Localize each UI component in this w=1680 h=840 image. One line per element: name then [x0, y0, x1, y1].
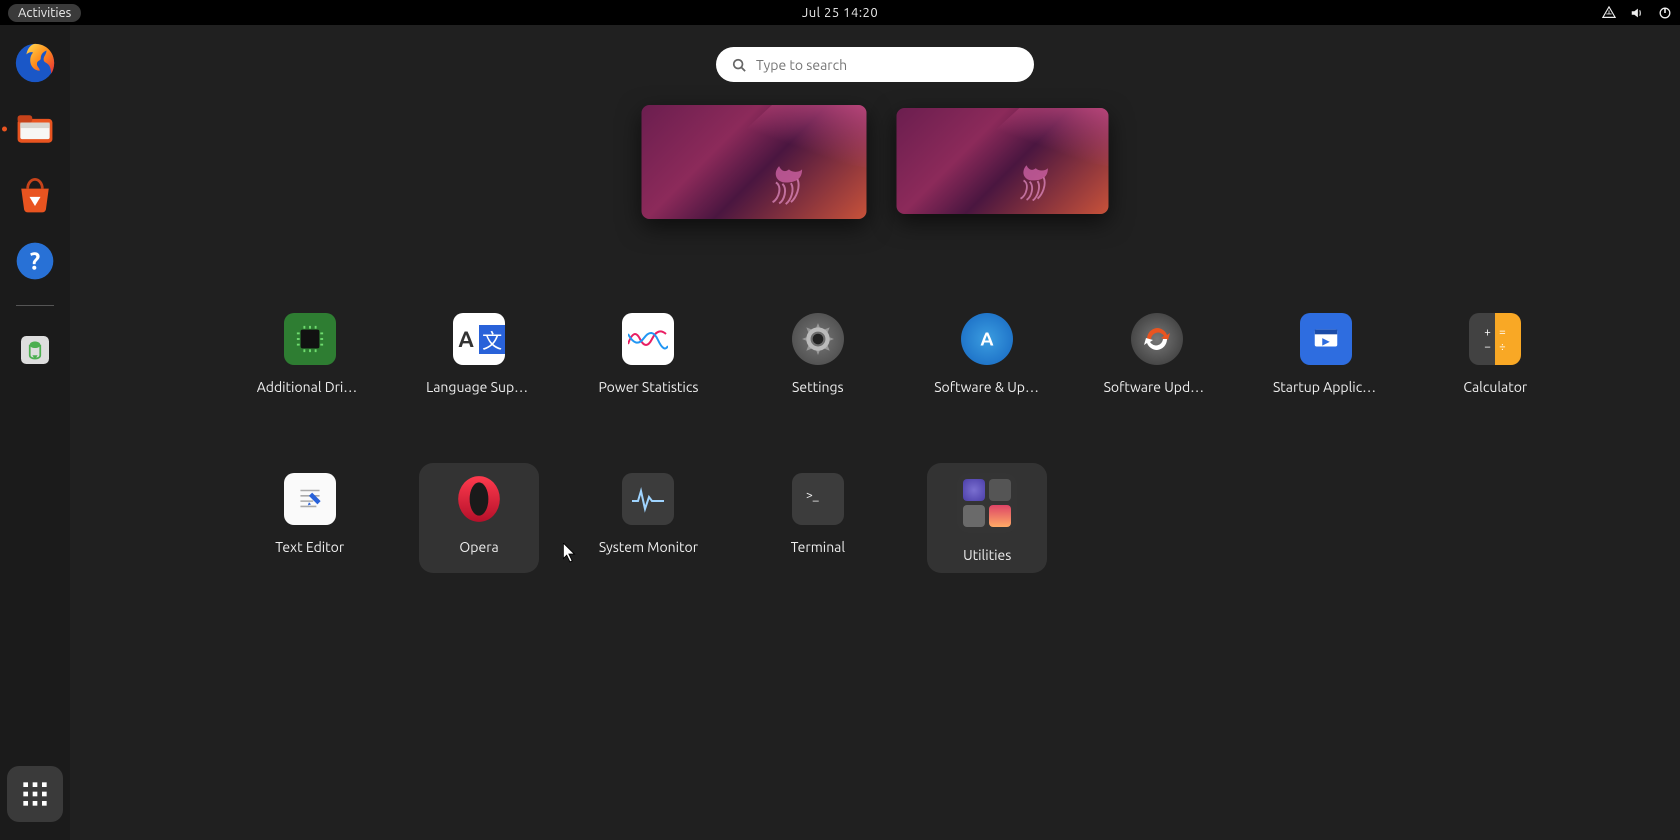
app-label: Settings [792, 379, 844, 395]
dock-files[interactable] [11, 105, 59, 153]
dock-software-store[interactable] [11, 171, 59, 219]
settings-icon [801, 322, 835, 356]
app-label: Opera [459, 539, 498, 555]
app-label: System Monitor [599, 539, 698, 555]
app-software-updater[interactable]: Software Updater [1097, 303, 1217, 405]
dock-separator [16, 305, 54, 306]
app-label: Software Updater [1104, 379, 1210, 395]
app-opera[interactable]: Opera [419, 463, 539, 573]
clock[interactable]: Jul 25 14:20 [802, 6, 878, 20]
network-icon [1602, 6, 1616, 20]
app-terminal[interactable]: >_ Terminal [758, 463, 878, 573]
app-grid: Additional Drivers A 文 Language Support … [225, 303, 1580, 573]
files-icon [13, 107, 57, 151]
trash-icon [14, 329, 56, 371]
power-statistics-icon [628, 324, 668, 354]
search-input[interactable] [756, 57, 1018, 73]
system-monitor-icon [630, 485, 666, 513]
dock-trash[interactable] [11, 326, 59, 374]
search-bar[interactable] [716, 47, 1034, 82]
app-utilities-folder[interactable]: Utilities [927, 463, 1047, 573]
software-store-icon [13, 173, 57, 217]
app-label: Utilities [963, 547, 1011, 563]
svg-text:−: − [1485, 341, 1492, 354]
cjk-glyph-icon: 文 [479, 325, 505, 354]
app-power-statistics[interactable]: Power Statistics [588, 303, 708, 405]
system-status-area[interactable] [1602, 6, 1672, 20]
power-icon [1658, 6, 1672, 20]
svg-text:=: = [1499, 326, 1506, 339]
app-startup-applications[interactable]: Startup Applications [1266, 303, 1386, 405]
app-label: Language Support [426, 379, 532, 395]
app-label: Calculator [1463, 379, 1527, 395]
app-label: Terminal [791, 539, 846, 555]
app-additional-drivers[interactable]: Additional Drivers [250, 303, 370, 405]
workspace-1[interactable] [642, 105, 867, 219]
app-language-support[interactable]: A 文 Language Support [419, 303, 539, 405]
software-updates-icon: A [972, 324, 1002, 354]
app-calculator[interactable]: + −= ÷ Calculator [1435, 303, 1555, 405]
wallpaper-jellyfish-icon [750, 153, 836, 205]
workspace-2[interactable] [897, 108, 1109, 214]
help-icon: ? [13, 239, 57, 283]
dock: ? [0, 25, 70, 840]
text-editor-icon [293, 482, 327, 516]
app-settings[interactable]: Settings [758, 303, 878, 405]
additional-drivers-icon [295, 324, 325, 354]
app-label: Software & Updates [934, 379, 1040, 395]
svg-text:÷: ÷ [1499, 341, 1506, 354]
utilities-folder-icon [957, 473, 1017, 533]
svg-text:>_: >_ [806, 489, 819, 502]
app-label: Power Statistics [598, 379, 698, 395]
activities-button[interactable]: Activities [8, 4, 81, 22]
activities-overview: Additional Drivers A 文 Language Support … [70, 25, 1680, 840]
terminal-icon: >_ [800, 485, 836, 513]
app-system-monitor[interactable]: System Monitor [588, 463, 708, 573]
opera-icon [454, 474, 504, 524]
wallpaper-jellyfish-icon [998, 153, 1079, 202]
app-label: Additional Drivers [257, 379, 363, 395]
svg-text:A: A [981, 329, 994, 350]
workspace-switcher [642, 105, 1109, 219]
software-updater-icon [1141, 323, 1173, 355]
firefox-icon [12, 40, 58, 86]
dock-show-apps[interactable] [7, 766, 63, 822]
latin-a-icon: A [453, 327, 479, 352]
calculator-icon: + −= ÷ [1478, 322, 1512, 356]
svg-text:?: ? [30, 247, 40, 274]
volume-icon [1630, 6, 1644, 20]
svg-text:+: + [1485, 326, 1492, 339]
startup-apps-icon [1311, 324, 1341, 354]
app-label: Startup Applications [1273, 379, 1379, 395]
top-bar: Activities Jul 25 14:20 [0, 0, 1680, 25]
show-apps-icon [21, 780, 49, 808]
dock-help[interactable]: ? [11, 237, 59, 285]
dock-firefox[interactable] [11, 39, 59, 87]
app-label: Text Editor [275, 539, 344, 555]
app-text-editor[interactable]: Text Editor [250, 463, 370, 573]
app-software-and-updates[interactable]: A Software & Updates [927, 303, 1047, 405]
search-icon [732, 58, 746, 72]
